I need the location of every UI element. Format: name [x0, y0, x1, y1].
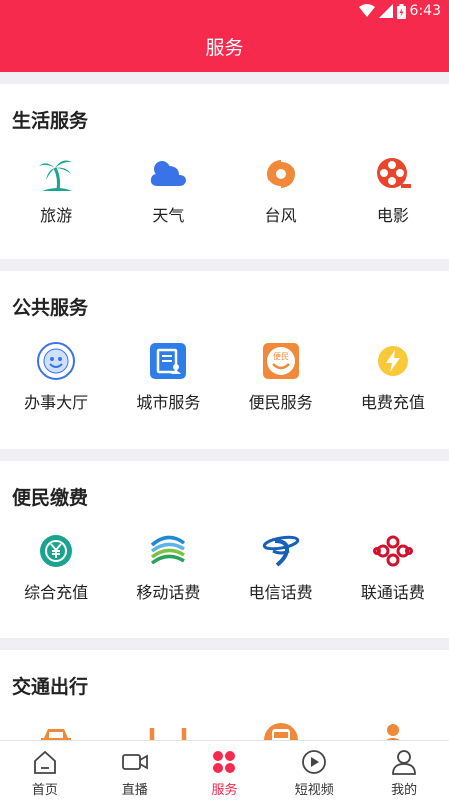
china-mobile-logo-icon: [148, 531, 188, 571]
service-item-convenience-services[interactable]: 便民 便民服务: [225, 341, 337, 413]
section-title: 生活服务: [12, 110, 89, 132]
service-label: 电信话费: [248, 583, 313, 602]
services-scroll-area[interactable]: 生活服务 旅游 天气 台风 电影 公共服务 办事大厅 城市服务 便民 便民服务 …: [0, 72, 449, 740]
tab-home[interactable]: 首页: [0, 741, 90, 800]
china-telecom-logo-icon: [261, 531, 301, 571]
service-item-general-recharge[interactable]: 综合充值: [0, 531, 112, 603]
page-header: 服务: [0, 24, 449, 72]
film-reel-icon: [373, 154, 413, 194]
service-label: 电费充值: [360, 393, 425, 412]
page-title: 服务: [205, 37, 244, 59]
service-item-electricity-recharge[interactable]: 电费充值: [337, 341, 449, 413]
service-item-movie[interactable]: 电影: [337, 154, 449, 226]
service-item-didi[interactable]: [112, 720, 224, 740]
service-item-mobile-billing[interactable]: 移动话费: [112, 531, 224, 603]
service-label: 城市服务: [136, 393, 201, 412]
service-label: 天气: [152, 206, 185, 225]
section-transportation: 交通出行: [0, 650, 449, 740]
service-label: 办事大厅: [24, 393, 89, 412]
tab-live[interactable]: 直播: [90, 741, 180, 800]
service-item-telecom-billing[interactable]: 电信话费: [225, 531, 337, 603]
tab-services[interactable]: 服务: [180, 741, 270, 800]
section-public-services: 公共服务 办事大厅 城市服务 便民 便民服务 电费充值: [0, 271, 449, 449]
section-title: 交通出行: [12, 676, 89, 698]
bianmin-face-icon: 便民: [261, 341, 301, 381]
cloud-icon: [148, 154, 188, 194]
city-service-icon: [148, 341, 188, 381]
government-seal-icon: [36, 341, 76, 381]
tab-profile[interactable]: 我的: [359, 741, 449, 800]
lightning-icon: [373, 341, 413, 381]
driver-icon: [373, 720, 413, 740]
service-label: 综合充值: [24, 583, 89, 602]
service-item-unicom-billing[interactable]: 联通话费: [337, 531, 449, 603]
bottom-tab-bar: 首页 直播 服务 短视频 我的: [0, 740, 449, 800]
video-camera-icon: [121, 749, 148, 775]
tab-label: 短视频: [294, 783, 334, 798]
tab-label: 首页: [31, 783, 58, 798]
play-circle-icon: [301, 749, 327, 775]
service-item-weather[interactable]: 天气: [112, 154, 224, 226]
palm-tree-icon: [36, 154, 76, 194]
typhoon-icon: [261, 154, 301, 194]
four-dots-icon: [211, 749, 237, 775]
user-icon: [391, 749, 417, 775]
service-item-typhoon[interactable]: 台风: [225, 154, 337, 226]
service-item-driver[interactable]: [337, 720, 449, 740]
signal-icon: [378, 4, 393, 18]
tab-label: 直播: [121, 783, 148, 798]
service-item-city-services[interactable]: 城市服务: [112, 341, 224, 413]
service-label: 便民服务: [248, 393, 313, 412]
service-label: 电影: [376, 206, 409, 225]
section-life-services: 生活服务 旅游 天气 台风 电影: [0, 84, 449, 259]
status-time: 6:43: [409, 3, 441, 19]
service-label: 旅游: [40, 206, 73, 225]
tab-short-video[interactable]: 短视频: [269, 741, 359, 800]
car-icon: [36, 720, 76, 740]
yuan-recharge-icon: [36, 531, 76, 571]
home-icon: [32, 749, 58, 775]
bus-icon: [261, 720, 301, 740]
tab-label: 服务: [211, 783, 238, 798]
china-unicom-logo-icon: [372, 531, 413, 571]
section-payments: 便民缴费 综合充值 移动话费 电信话费 联通话费: [0, 461, 449, 638]
battery-icon: [396, 3, 406, 19]
tab-label: 我的: [391, 783, 418, 798]
wifi-icon: [358, 4, 375, 17]
service-label: 台风: [264, 206, 297, 225]
service-label: 移动话费: [136, 583, 201, 602]
svg-text:便民: 便民: [273, 351, 289, 361]
service-item-service-hall[interactable]: 办事大厅: [0, 341, 112, 413]
section-title: 便民缴费: [12, 487, 89, 509]
service-item-travel[interactable]: 旅游: [0, 154, 112, 226]
section-title: 公共服务: [12, 297, 89, 319]
service-item-bus[interactable]: [225, 720, 337, 740]
service-item-car[interactable]: [0, 720, 112, 740]
service-label: 联通话费: [360, 583, 425, 602]
status-bar: 6:43: [0, 0, 449, 24]
didi-icon: [148, 720, 188, 740]
